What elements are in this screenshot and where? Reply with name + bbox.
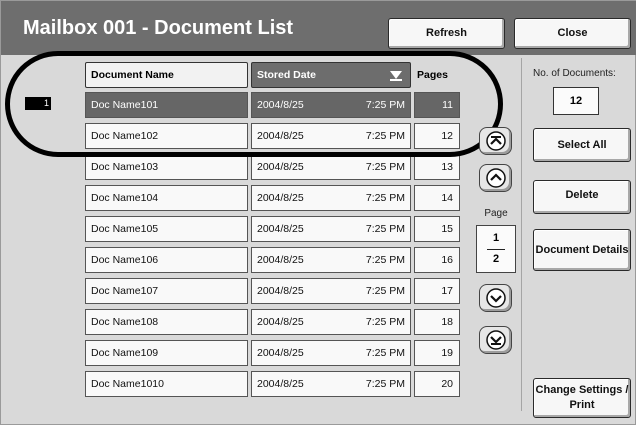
stored-time: 7:25 PM — [365, 254, 405, 266]
stored-date-cell: 2004/8/25 7:25 PM — [251, 340, 411, 366]
table-row[interactable]: Doc Name104 2004/8/25 7:25 PM 14 — [85, 185, 463, 211]
document-name-cell: Doc Name105 — [85, 216, 248, 242]
documents-count-label: No. of Documents: — [533, 68, 616, 79]
column-header-pages: Pages — [415, 62, 463, 88]
first-page-button[interactable] — [479, 127, 512, 155]
column-header-label: Document Name — [91, 69, 174, 81]
pages-cell: 13 — [414, 154, 460, 180]
page-up-icon — [485, 168, 506, 188]
pages-cell: 11 — [414, 92, 460, 118]
mailbox-document-list-screen: Mailbox 001 - Document List Refresh Clos… — [0, 0, 636, 425]
stored-date-cell: 2004/8/25 7:25 PM — [251, 92, 411, 118]
document-name-cell: Doc Name108 — [85, 309, 248, 335]
table-row[interactable]: Doc Name108 2004/8/25 7:25 PM 18 — [85, 309, 463, 335]
stored-date: 2004/8/25 — [257, 161, 304, 173]
stored-time: 7:25 PM — [365, 161, 405, 173]
stored-time: 7:25 PM — [365, 316, 405, 328]
table-row[interactable]: Doc Name109 2004/8/25 7:25 PM 19 — [85, 340, 463, 366]
stored-time: 7:25 PM — [365, 130, 405, 142]
table-row[interactable]: Doc Name107 2004/8/25 7:25 PM 17 — [85, 278, 463, 304]
document-name-cell: Doc Name109 — [85, 340, 248, 366]
stored-date: 2004/8/25 — [257, 285, 304, 297]
document-name-cell: Doc Name102 — [85, 123, 248, 149]
pages-cell: 16 — [414, 247, 460, 273]
title-bar: Mailbox 001 - Document List Refresh Clos… — [1, 1, 636, 55]
stored-date: 2004/8/25 — [257, 223, 304, 235]
total-pages: 2 — [492, 253, 500, 265]
documents-count-value: 12 — [553, 87, 599, 115]
stored-time: 7:25 PM — [365, 99, 405, 111]
pages-cell: 18 — [414, 309, 460, 335]
sort-descending-icon — [390, 69, 402, 81]
pages-cell: 19 — [414, 340, 460, 366]
stored-date: 2004/8/25 — [257, 192, 304, 204]
close-button[interactable]: Close — [514, 18, 631, 49]
stored-time: 7:25 PM — [365, 192, 405, 204]
pages-cell: 15 — [414, 216, 460, 242]
stored-date-cell: 2004/8/25 7:25 PM — [251, 154, 411, 180]
table-row[interactable]: Doc Name106 2004/8/25 7:25 PM 16 — [85, 247, 463, 273]
refresh-button[interactable]: Refresh — [388, 18, 505, 49]
document-name-cell: Doc Name104 — [85, 185, 248, 211]
stored-date: 2004/8/25 — [257, 254, 304, 266]
document-details-button[interactable]: Document Details — [533, 229, 631, 271]
stored-date-cell: 2004/8/25 7:25 PM — [251, 278, 411, 304]
document-name-cell: Doc Name103 — [85, 154, 248, 180]
column-header-label: Stored Date — [257, 69, 316, 81]
page-down-icon — [485, 288, 506, 308]
page-down-button[interactable] — [479, 284, 512, 312]
page-up-button[interactable] — [479, 164, 512, 192]
stored-time: 7:25 PM — [365, 223, 405, 235]
document-name-cell: Doc Name107 — [85, 278, 248, 304]
stored-time: 7:25 PM — [365, 285, 405, 297]
page-title: Mailbox 001 - Document List — [23, 17, 294, 39]
selected-index-marker: 1 — [25, 97, 51, 110]
stored-date: 2004/8/25 — [257, 378, 304, 390]
stored-date-cell: 2004/8/25 7:25 PM — [251, 247, 411, 273]
table-row[interactable]: Doc Name102 2004/8/25 7:25 PM 12 — [85, 123, 463, 149]
stored-date: 2004/8/25 — [257, 316, 304, 328]
stored-date-cell: 2004/8/25 7:25 PM — [251, 309, 411, 335]
pages-cell: 17 — [414, 278, 460, 304]
stored-time: 7:25 PM — [365, 378, 405, 390]
stored-date-cell: 2004/8/25 7:25 PM — [251, 123, 411, 149]
column-header-label: Pages — [417, 69, 448, 81]
page-indicator: 1 2 — [476, 225, 516, 273]
stored-date-cell: 2004/8/25 7:25 PM — [251, 216, 411, 242]
stored-date: 2004/8/25 — [257, 347, 304, 359]
change-settings-print-button[interactable]: Change Settings / Print — [533, 378, 631, 418]
stored-time: 7:25 PM — [365, 347, 405, 359]
stored-date-cell: 2004/8/25 7:25 PM — [251, 371, 411, 397]
stored-date: 2004/8/25 — [257, 99, 304, 111]
pages-cell: 12 — [414, 123, 460, 149]
page-label: Page — [484, 208, 508, 219]
current-page: 1 — [492, 232, 500, 244]
document-name-cell: Doc Name101 — [85, 92, 248, 118]
delete-button[interactable]: Delete — [533, 180, 631, 214]
column-header-document-name[interactable]: Document Name — [85, 62, 248, 88]
table-row[interactable]: Doc Name103 2004/8/25 7:25 PM 13 — [85, 154, 463, 180]
stored-date-cell: 2004/8/25 7:25 PM — [251, 185, 411, 211]
first-page-icon — [485, 131, 506, 151]
pages-cell: 14 — [414, 185, 460, 211]
table-row[interactable]: Doc Name105 2004/8/25 7:25 PM 15 — [85, 216, 463, 242]
page-divider — [487, 249, 505, 250]
document-name-cell: Doc Name1010 — [85, 371, 248, 397]
stored-date: 2004/8/25 — [257, 130, 304, 142]
select-all-button[interactable]: Select All — [533, 128, 631, 162]
last-page-icon — [485, 330, 506, 350]
column-header-stored-date[interactable]: Stored Date — [251, 62, 411, 88]
table-row[interactable]: Doc Name101 2004/8/25 7:25 PM 11 — [85, 92, 463, 118]
document-name-cell: Doc Name106 — [85, 247, 248, 273]
table-row[interactable]: Doc Name1010 2004/8/25 7:25 PM 20 — [85, 371, 463, 397]
pages-cell: 20 — [414, 371, 460, 397]
last-page-button[interactable] — [479, 326, 512, 354]
